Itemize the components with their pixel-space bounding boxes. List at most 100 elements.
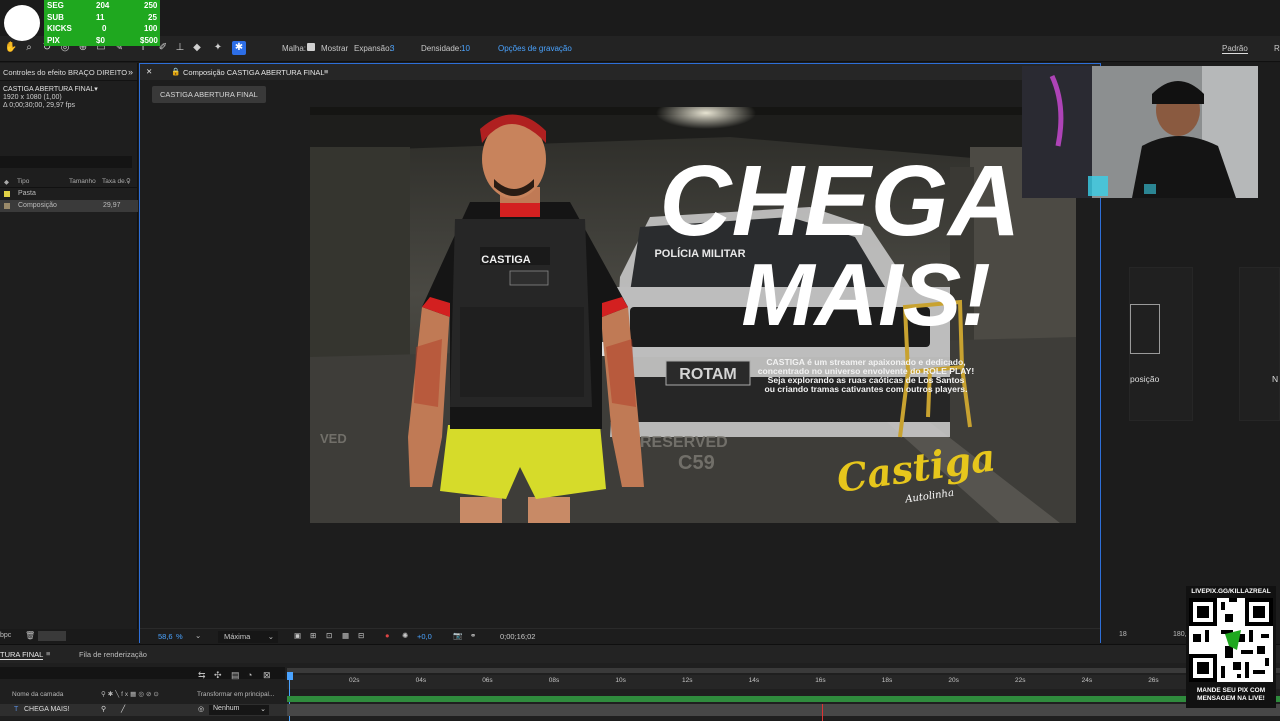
switches-icons[interactable]: ⚲✱╲fx▦◎⊘⊙ <box>101 690 161 698</box>
timeline-search-input[interactable] <box>0 667 285 679</box>
region-of-interest-icon[interactable]: ▣ <box>294 631 301 640</box>
composition-footer: 58,6 % ⌄ Máxima ⌄ ▣ ⊞ ⊡ ▦ ⊟ ● ✺ +0,0 📷 ⚭… <box>140 628 1100 644</box>
panel-expand-icon[interactable]: » <box>128 67 133 77</box>
ruler-tick: 10s <box>615 677 626 684</box>
current-timecode[interactable]: 0;00;16;02 <box>500 632 535 641</box>
trash-icon[interactable]: 🗑 <box>25 631 35 640</box>
layer-shy-icon[interactable]: ⚲ <box>101 705 106 713</box>
tab-menu-icon[interactable]: ≡ <box>46 649 50 658</box>
exposure-value[interactable]: +0,0 <box>417 632 432 641</box>
densidade-label: Densidade: <box>421 44 462 53</box>
resolution-value: Máxima <box>224 632 251 641</box>
layer-quality-icon[interactable]: ╱ <box>121 705 125 713</box>
expansao-value[interactable]: 3 <box>390 44 394 53</box>
roto-brush-tool-icon[interactable]: ✦ <box>211 41 225 55</box>
column-layer-name[interactable]: Nome da camada <box>12 691 63 698</box>
preset-card-2[interactable]: N <box>1239 267 1280 421</box>
layer-duration-bar[interactable] <box>287 696 1280 702</box>
lock-icon[interactable]: 🔒 <box>171 67 180 76</box>
webcam-image <box>1022 66 1258 198</box>
clone-stamp-tool-icon[interactable]: ⊥ <box>173 41 187 55</box>
goal-value: 0 <box>102 24 107 33</box>
zoom-value[interactable]: 58,6 <box>158 632 173 641</box>
label-icon: ◆ <box>4 179 9 186</box>
composition-tab-title: Composição CASTIGA ABERTURA FINAL <box>183 68 325 77</box>
project-search-input[interactable] <box>0 156 132 168</box>
composition-canvas[interactable]: ROTAM POLÍCIA MILITAR RESERVED C59 VED C… <box>310 107 1076 523</box>
motion-blur-icon[interactable]: ▤ <box>231 670 240 681</box>
parent-select[interactable]: Nenhum ⌄ <box>209 705 269 715</box>
livepix-qr-overlay: LIVEPIX.GG/KILLAZREAL MANDE SEU PIX COM … <box>1186 586 1276 708</box>
project-columns-header: ◆ Tipo Tamanho Taxa de... ⚲ <box>0 176 138 188</box>
project-row-pasta[interactable]: Pasta <box>0 188 138 200</box>
workspace-next-tab[interactable]: R <box>1274 44 1280 53</box>
snapshot-camera-icon[interactable]: 📷 <box>453 631 462 640</box>
frame-blending-icon[interactable]: ✣ <box>214 670 222 681</box>
bpc-label[interactable]: bpc <box>0 632 11 639</box>
composition-breadcrumb[interactable]: CASTIGA ABERTURA FINAL <box>152 86 266 103</box>
mostrar-checkbox[interactable] <box>307 43 315 52</box>
eraser-tool-icon[interactable]: ◆ <box>190 41 204 55</box>
tab-render-queue[interactable]: Fila de renderização <box>79 650 147 659</box>
graph-editor-icon[interactable]: ◔ <box>247 670 252 680</box>
column-parent[interactable]: Transformar em principal... <box>197 691 274 698</box>
flowchart-icon[interactable]: ⚲ <box>126 177 131 185</box>
color-management-icon[interactable]: ✺ <box>402 631 408 640</box>
project-row-composicao[interactable]: Composição 29,97 <box>0 200 138 212</box>
layer-columns-header: Nome da camada ⚲✱╲fx▦◎⊘⊙ Transformar em … <box>0 689 287 701</box>
ruler-tick: 04s <box>415 677 427 684</box>
composition-tab[interactable]: ✕ 🔒 Composição CASTIGA ABERTURA FINAL ≡ <box>140 64 1100 80</box>
preset-card[interactable]: posição <box>1129 267 1193 421</box>
timeline-tabs: TURA FINAL ≡ Fila de renderização <box>0 645 1280 663</box>
goal-target: 100 <box>144 24 158 33</box>
goal-label: SUB <box>47 12 64 22</box>
streamer-avatar <box>4 5 40 41</box>
floor-marking-ved: VED <box>320 431 347 446</box>
opcoes-gravacao-link[interactable]: Opções de gravação <box>498 44 572 53</box>
artwork-svg: ROTAM POLÍCIA MILITAR RESERVED C59 VED C… <box>310 107 1076 523</box>
column-tipo[interactable]: Tipo <box>17 178 29 185</box>
show-snapshot-icon[interactable]: ⚭ <box>470 631 476 640</box>
channels-icon[interactable]: ● <box>385 631 390 640</box>
workspace-padrao-tab[interactable]: Padrão <box>1222 44 1248 54</box>
ruler-tick: 26s <box>1148 677 1159 684</box>
densidade-value[interactable]: 10 <box>461 44 470 53</box>
transparency-grid-icon[interactable]: ⊞ <box>310 631 316 640</box>
vest-label: CASTIGA <box>481 254 531 266</box>
project-row-rate: 29,97 <box>103 202 121 209</box>
effect-controls-title: Controles do efeito BRAÇO DIREITO <box>3 68 128 77</box>
expansao-label: Expansão: <box>354 44 392 53</box>
guides-icon[interactable]: ▦ <box>342 631 349 640</box>
puppet-pin-tool-icon[interactable]: ✱ <box>232 41 246 55</box>
mask-visibility-icon[interactable]: ⊡ <box>326 631 332 640</box>
layer-row[interactable]: T CHEGA MAIS! ⚲ ╱ ◎ Nenhum ⌄ <box>0 704 287 716</box>
qr-bottom-text-2: MENSAGEM NA LIVE! <box>1197 695 1265 702</box>
goal-value: 11 <box>96 12 105 22</box>
goal-label: KICKS <box>47 24 72 33</box>
goals-grid: SEG 204 250 SUB 11 25 KICKS 0 100 PIX $0 $500 <box>44 0 160 46</box>
draft-3d-icon[interactable]: ⊠ <box>263 670 271 681</box>
tab-composition-timeline[interactable]: TURA FINAL <box>0 650 44 660</box>
safe-margins-icon[interactable]: ⊟ <box>358 631 364 640</box>
layer-track[interactable] <box>287 704 1280 716</box>
effect-controls-header[interactable]: Controles do efeito BRAÇO DIREITO» <box>0 63 137 81</box>
parent-pickwhip-icon[interactable]: ◎ <box>198 705 204 713</box>
zoom-dropdown-icon[interactable]: ⌄ <box>195 631 201 640</box>
time-ruler[interactable]: 02s 04s 06s 08s 10s 12s 14s 16s 18s 20s 22s 24s 26s <box>287 675 1280 689</box>
shy-layers-icon[interactable]: ⇆ <box>198 670 206 681</box>
tab-menu-icon[interactable]: ≡ <box>324 67 328 76</box>
close-tab-icon[interactable]: ✕ <box>146 67 152 76</box>
layer-name[interactable]: CHEGA MAIS! <box>24 706 70 713</box>
project-item-title[interactable]: CASTIGA ABERTURA FINAL▾ <box>3 86 134 94</box>
floor-marking-reserved: RESERVED <box>640 434 728 451</box>
goal-target: $500 <box>140 35 158 45</box>
column-tamanho[interactable]: Tamanho <box>69 178 96 185</box>
text-layer-icon: T <box>14 706 19 713</box>
preset-label: posição <box>1130 374 1160 384</box>
resolution-select[interactable]: Máxima ⌄ <box>218 631 278 643</box>
goal-row: SUB 11 25 <box>44 12 160 24</box>
folder-swatch <box>4 191 10 197</box>
swatch-slot[interactable] <box>38 631 66 641</box>
work-area-bar[interactable] <box>287 668 1280 673</box>
preset-label-2: N <box>1272 374 1279 384</box>
